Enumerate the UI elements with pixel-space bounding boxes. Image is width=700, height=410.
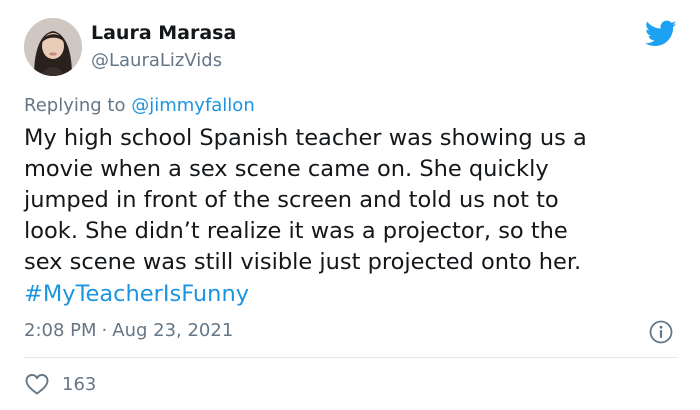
profile-photo — [24, 18, 82, 76]
twitter-bird-icon[interactable] — [645, 20, 677, 48]
separator-dot: · — [101, 320, 108, 341]
timestamp[interactable]: 2:08 PM · Aug 23, 2021 — [24, 320, 233, 341]
divider — [24, 357, 678, 358]
tweet-date: Aug 23, 2021 — [112, 320, 234, 341]
replying-to: Replying to @jimmyfallon — [24, 95, 255, 116]
tweet-text: My high school Spanish teacher was showi… — [24, 125, 587, 275]
author-name[interactable]: Laura Marasa — [91, 22, 236, 44]
tweet-time: 2:08 PM — [24, 320, 97, 341]
tweet-card: Laura Marasa @LauraLizVids Replying to @… — [0, 0, 700, 410]
like-button[interactable]: 163 — [24, 370, 96, 398]
author-handle[interactable]: @LauraLizVids — [91, 50, 222, 71]
info-icon[interactable] — [648, 319, 674, 345]
like-count: 163 — [62, 373, 97, 395]
heart-icon — [25, 374, 49, 395]
replying-to-label: Replying to — [24, 95, 126, 116]
avatar[interactable] — [24, 18, 82, 76]
hashtag-link[interactable]: #MyTeacherIsFunny — [24, 279, 249, 310]
reply-mention-link[interactable]: @jimmyfallon — [131, 95, 255, 116]
